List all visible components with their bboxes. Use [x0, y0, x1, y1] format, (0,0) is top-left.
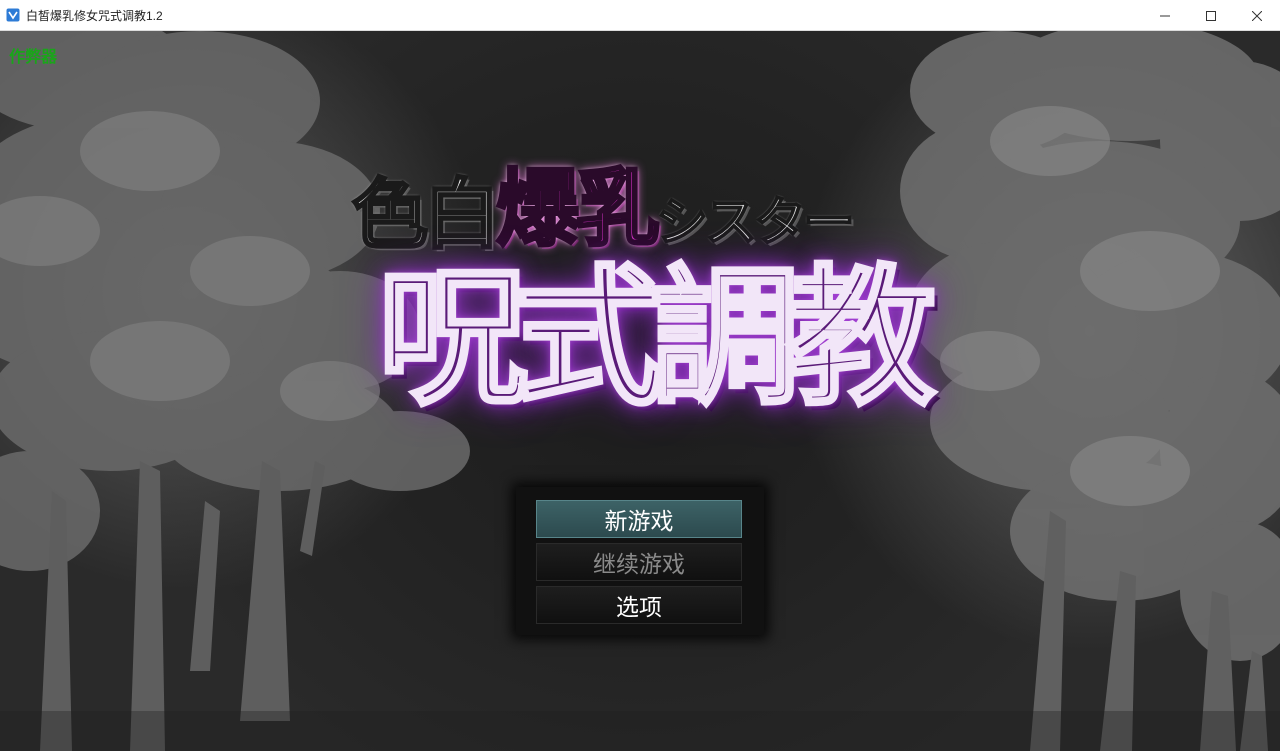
- close-button[interactable]: [1234, 0, 1280, 31]
- app-icon: [6, 8, 20, 22]
- title-menu: 新游戏 继续游戏 选项: [516, 487, 764, 635]
- cheat-button[interactable]: 作弊器: [9, 43, 57, 67]
- continue-button[interactable]: 继续游戏: [536, 543, 742, 581]
- window-controls: [1142, 0, 1280, 31]
- window-titlebar: 白皙爆乳修女咒式调教1.2: [0, 0, 1280, 31]
- minimize-button[interactable]: [1142, 0, 1188, 31]
- minimize-icon: [1160, 11, 1170, 21]
- options-button[interactable]: 选项: [536, 586, 742, 624]
- game-screen[interactable]: 作弊器 色白 爆乳 シスター 呪式調教 新游戏 继续游戏 选项: [0, 31, 1280, 751]
- window-title: 白皙爆乳修女咒式调教1.2: [26, 8, 163, 23]
- new-game-button[interactable]: 新游戏: [536, 500, 742, 538]
- game-logo-title: 呪式調教: [376, 248, 938, 428]
- close-icon: [1252, 10, 1262, 21]
- maximize-button[interactable]: [1188, 0, 1234, 31]
- maximize-icon: [1206, 10, 1216, 21]
